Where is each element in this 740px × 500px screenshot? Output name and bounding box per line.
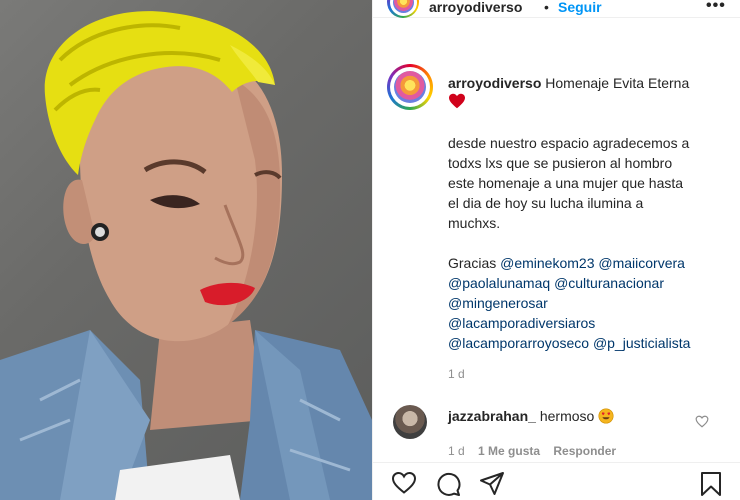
reply-button[interactable]: Responder bbox=[553, 444, 616, 458]
thanks-label: Gracias bbox=[448, 255, 497, 271]
comment-body: hermoso bbox=[539, 408, 595, 424]
heart-icon[interactable] bbox=[391, 471, 417, 495]
caption-title: Homenaje Evita Eterna bbox=[545, 75, 690, 91]
heart-emoji bbox=[448, 93, 728, 113]
separator-dot: • bbox=[544, 0, 549, 15]
commenter-username[interactable]: jazzabrahan_ bbox=[448, 408, 536, 424]
post-header: arroyodiverso • Seguir ••• bbox=[373, 0, 740, 18]
share-icon[interactable] bbox=[479, 471, 505, 497]
caption-thanks: Gracias @eminekom23 @maiicorvera @paolal… bbox=[448, 253, 728, 353]
heart-eyes-emoji bbox=[598, 408, 614, 424]
mention-link[interactable]: @eminekom23 bbox=[500, 255, 594, 271]
like-comment-icon[interactable] bbox=[695, 415, 709, 428]
portrait-illustration bbox=[0, 11, 372, 500]
caption-block: arroyodiverso Homenaje Evita Eterna desd… bbox=[448, 73, 728, 353]
commenter-avatar[interactable] bbox=[393, 405, 427, 439]
caption-username[interactable]: arroyodiverso bbox=[448, 75, 541, 91]
mention-link[interactable]: @lacamporadiversiaros bbox=[448, 315, 595, 331]
more-icon[interactable]: ••• bbox=[706, 0, 726, 14]
mention-link[interactable]: @maiicorvera bbox=[598, 255, 685, 271]
caption-line: muchxs. bbox=[448, 215, 501, 231]
post-sidebar: arroyodiverso • Seguir ••• arroyodiverso… bbox=[372, 0, 740, 500]
author-avatar[interactable] bbox=[387, 0, 419, 18]
bookmark-icon[interactable] bbox=[699, 471, 723, 497]
comment-likes[interactable]: 1 Me gusta bbox=[478, 444, 540, 458]
caption-line: desde nuestro espacio agradecemos a bbox=[448, 135, 690, 151]
follow-button[interactable]: Seguir bbox=[558, 0, 602, 14]
caption-line: el dia de hoy su lucha ilumina a bbox=[448, 195, 644, 211]
mention-link[interactable]: @p_justicialista bbox=[593, 335, 690, 351]
comment-meta: 1 d 1 Me gusta Responder bbox=[448, 444, 626, 458]
action-bar bbox=[373, 462, 740, 500]
red-heart-icon bbox=[449, 93, 465, 109]
author-username[interactable]: arroyodiverso bbox=[429, 0, 522, 14]
caption-timestamp[interactable]: 1 d bbox=[448, 367, 465, 381]
comment-text: jazzabrahan_ hermoso bbox=[448, 407, 614, 425]
mention-link[interactable]: @culturanacionar bbox=[554, 275, 664, 291]
post-image[interactable] bbox=[0, 0, 372, 500]
caption-avatar[interactable] bbox=[387, 64, 433, 110]
comment-icon[interactable] bbox=[435, 471, 461, 497]
mention-link[interactable]: @lacamporarroyoseco bbox=[448, 335, 589, 351]
mention-link[interactable]: @paolalunamaq bbox=[448, 275, 550, 291]
caption-line: todxs lxs que se pusieron al hombro bbox=[448, 155, 673, 171]
mention-link[interactable]: @mingenerosar bbox=[448, 295, 548, 311]
caption-body: desde nuestro espacio agradecemos a todx… bbox=[448, 133, 728, 233]
comment-timestamp[interactable]: 1 d bbox=[448, 444, 465, 458]
caption-line: este homenaje a una mujer que hasta bbox=[448, 175, 684, 191]
heart-eyes-icon bbox=[598, 408, 614, 424]
